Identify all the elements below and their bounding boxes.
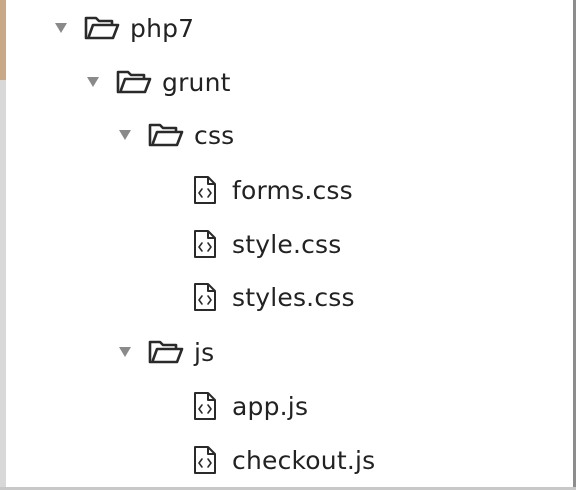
code-file-icon [193, 229, 217, 259]
tree-item-grunt[interactable]: grunt [84, 62, 231, 102]
code-file-icon [193, 282, 217, 312]
tree-item-php7[interactable]: php7 [52, 8, 194, 48]
tree-item-label: js [194, 337, 215, 367]
code-file-icon [193, 445, 217, 475]
folder-open-icon [116, 68, 152, 96]
tree-item-label: style.css [232, 229, 342, 259]
tree-item-style-css[interactable]: style.css [193, 224, 342, 264]
disclosure-triangle-expanded-icon[interactable] [84, 73, 102, 91]
tree-item-forms-css[interactable]: forms.css [193, 170, 353, 210]
adjacent-pane-accent [0, 0, 6, 80]
tree-item-app-js[interactable]: app.js [193, 386, 308, 426]
file-tree-panel: php7 grunt css forms.css style.css style… [0, 0, 576, 490]
code-file-icon [193, 391, 217, 421]
tree-item-css[interactable]: css [116, 115, 234, 155]
tree-item-styles-css[interactable]: styles.css [193, 277, 355, 317]
folder-open-icon [148, 121, 184, 149]
tree-item-label: css [194, 120, 235, 150]
code-file-icon [193, 175, 217, 205]
tree-item-label: grunt [162, 67, 231, 97]
tree-item-js[interactable]: js [116, 332, 214, 372]
tree-item-label: forms.css [232, 175, 353, 205]
tree-item-checkout-js[interactable]: checkout.js [193, 440, 375, 480]
tree-item-label: app.js [232, 391, 309, 421]
tree-item-label: checkout.js [232, 445, 376, 475]
adjacent-pane-edge [0, 0, 6, 490]
disclosure-triangle-expanded-icon[interactable] [116, 343, 134, 361]
disclosure-triangle-expanded-icon[interactable] [52, 19, 70, 37]
folder-open-icon [84, 14, 120, 42]
tree-item-label: styles.css [232, 282, 355, 312]
disclosure-triangle-expanded-icon[interactable] [116, 126, 134, 144]
folder-open-icon [148, 338, 184, 366]
tree-item-label: php7 [130, 13, 195, 43]
